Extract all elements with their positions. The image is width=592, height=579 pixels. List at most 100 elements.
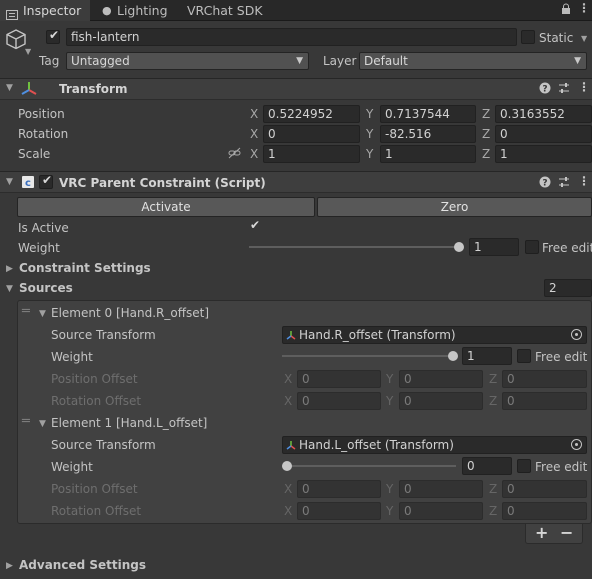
constraint-foldout-icon[interactable]: ▼ [6,177,13,187]
rotation-y-input[interactable]: -82.516 [380,125,476,143]
layer-label: Layer [323,54,357,68]
element0-foldout-icon[interactable]: ▼ [39,309,46,319]
sources-foldout-icon[interactable]: ▼ [6,284,13,294]
help-icon[interactable]: ? [539,176,551,189]
element0-title[interactable]: Element 0 [Hand.R_offset] [51,306,209,320]
constraint-settings-label[interactable]: Constraint Settings [19,261,151,275]
element0-weight-input[interactable]: 1 [462,347,512,365]
element0-weight-label: Weight [51,350,93,364]
scale-z-input[interactable]: 1 [495,145,592,163]
element0-free-edit-checkbox[interactable] [517,349,531,363]
rotation-z-input[interactable]: 0 [495,125,592,143]
element1-rotoff-z-input: 0 [502,502,587,520]
gameobject-active-checkbox[interactable]: ✔ [46,28,60,44]
element0-rotoff-x-axis: X [284,394,293,408]
weight-slider-knob[interactable] [454,242,464,252]
element0-rotoff-z-input: 0 [502,392,587,410]
element0-posoff-x-axis: X [284,372,293,386]
menu-kebab-icon[interactable]: ⋮ [578,2,590,14]
static-dropdown-icon[interactable]: ▼ [581,34,587,43]
element1-foldout-icon[interactable]: ▼ [39,419,46,429]
advanced-settings-foldout-icon[interactable]: ▶ [6,561,13,571]
tag-dropdown[interactable]: Untagged ▼ [66,52,309,70]
drag-handle-icon[interactable]: ═ [22,414,30,429]
element1-posoff-y-input: 0 [399,480,483,498]
tag-value: Untagged [71,54,130,68]
free-edit-checkbox[interactable] [525,240,539,254]
element1-weight-slider-track[interactable] [282,465,456,467]
svg-text:?: ? [542,85,547,95]
scale-y-input[interactable]: 1 [380,145,476,163]
transform-icon [20,80,38,98]
element0-posoff-y-input: 0 [399,370,483,388]
gameobject-cube-icon [5,28,27,50]
element1-source-field[interactable]: Hand.L_offset (Transform) [282,436,587,454]
object-picker-icon[interactable] [571,329,582,340]
constrain-proportions-link-icon[interactable] [228,147,241,159]
presets-sliders-icon[interactable] [558,176,570,188]
help-icon[interactable]: ? [539,82,551,95]
sources-count-input[interactable]: 2 [544,279,592,297]
drag-handle-icon[interactable]: ═ [22,304,30,319]
element1-posoff-x-input: 0 [297,480,381,498]
component-menu-icon[interactable]: ⋮ [578,80,590,94]
icon-dropdown-arrow-icon[interactable]: ▼ [25,47,31,56]
inspector-icon [6,5,18,20]
tab-lighting[interactable]: ● Lighting [100,0,180,21]
element1-weight-input[interactable]: 0 [462,457,512,475]
element1-weight-slider-knob[interactable] [282,461,292,471]
layer-dropdown[interactable]: Default ▼ [359,52,587,70]
tab-vrchat-sdk[interactable]: VRChat SDK [187,0,277,21]
element1-posoff-z-axis: Z [489,482,498,496]
position-x-axis: X [250,107,259,121]
element0-posoff-z-input: 0 [502,370,587,388]
scale-label: Scale [18,147,51,161]
transform-icon [286,331,296,340]
scale-x-input[interactable]: 1 [263,145,360,163]
tag-label: Tag [39,54,60,68]
element1-free-edit-label: Free edit [535,460,588,474]
svg-text:c: c [25,178,31,189]
remove-element-button[interactable]: − [560,523,573,542]
position-z-input[interactable]: 0.3163552 [495,105,592,123]
zero-button[interactable]: Zero [317,197,592,217]
element0-posoff-z-axis: Z [489,372,498,386]
rotation-label: Rotation [18,127,69,141]
weight-input[interactable]: 1 [469,238,519,256]
element0-weight-slider-knob[interactable] [448,351,458,361]
tab-inspector[interactable]: Inspector [0,0,90,21]
element0-rotation-offset-label: Rotation Offset [51,394,142,408]
element0-position-offset-label: Position Offset [51,372,138,386]
lock-icon[interactable] [561,3,571,15]
lightbulb-icon: ● [102,4,112,17]
rotation-x-input[interactable]: 0 [263,125,360,143]
constraint-settings-foldout-icon[interactable]: ▶ [6,264,13,274]
advanced-settings-label[interactable]: Advanced Settings [19,558,146,572]
element1-title[interactable]: Element 1 [Hand.L_offset] [51,416,207,430]
sources-label[interactable]: Sources [19,281,73,295]
tab-inspector-label: Inspector [23,3,82,18]
component-menu-icon[interactable]: ⋮ [578,174,590,188]
rotation-y-axis: Y [366,127,374,141]
element1-rotoff-y-input: 0 [399,502,483,520]
activate-button[interactable]: Activate [17,197,315,217]
tab-vrchat-sdk-label: VRChat SDK [187,3,263,18]
svg-text:?: ? [542,179,547,189]
weight-slider-track[interactable] [249,246,461,248]
element1-rotoff-x-input: 0 [297,502,381,520]
position-y-input[interactable]: 0.7137544 [380,105,476,123]
element1-rotoff-x-axis: X [284,504,293,518]
element0-weight-slider-track[interactable] [282,355,456,357]
presets-sliders-icon[interactable] [558,82,570,94]
transform-foldout-icon[interactable]: ▼ [6,83,13,93]
gameobject-name-input[interactable]: fish-lantern [66,28,517,46]
static-checkbox[interactable] [521,30,535,44]
is-active-checkbox[interactable]: ✔ [248,218,262,234]
position-x-input[interactable]: 0.5224952 [263,105,360,123]
element1-weight-label: Weight [51,460,93,474]
constraint-enabled-checkbox[interactable]: ✔ [39,173,53,189]
element1-free-edit-checkbox[interactable] [517,459,531,473]
object-picker-icon[interactable] [571,439,582,450]
add-element-button[interactable]: + [535,523,548,542]
element0-source-field[interactable]: Hand.R_offset (Transform) [282,326,587,344]
